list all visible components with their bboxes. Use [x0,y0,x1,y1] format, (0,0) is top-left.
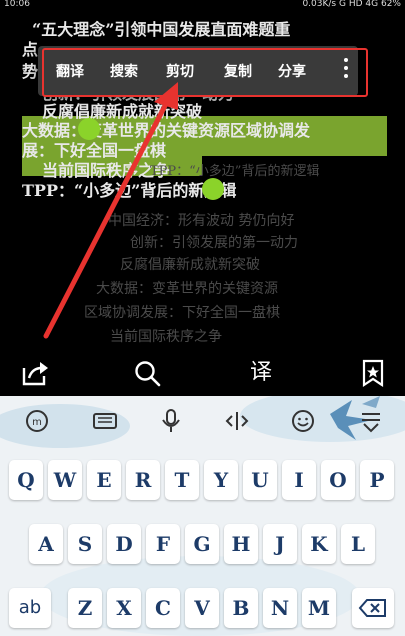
key-f[interactable]: F [146,524,180,564]
text-line-shi: 势 [22,62,39,81]
key-y[interactable]: Y [204,460,238,500]
status-network-4g: 4G [365,0,379,9]
status-indicators: 0.03K/s G HD 4G 62% [302,0,401,9]
key-u[interactable]: U [243,460,277,500]
ime-label: m [32,417,42,428]
key-m[interactable]: M [302,588,336,628]
share-icon[interactable] [20,358,50,388]
key-o[interactable]: O [321,460,355,500]
bookmark-icon[interactable] [358,358,388,388]
dim-line-tpp: TPP：“小多边”背后的新逻辑 [150,164,320,179]
cursor-move-icon[interactable] [222,408,252,436]
selection-end-handle[interactable] [202,178,224,200]
key-ab-shift[interactable]: ab [9,588,51,628]
key-backspace[interactable] [352,588,394,628]
dim-line-region: 区域协调发展：下好全国一盘棋 [84,305,280,321]
key-h[interactable]: H [224,524,258,564]
key-p[interactable]: P [360,460,394,500]
key-s[interactable]: S [68,524,102,564]
key-j[interactable]: J [263,524,297,564]
keyboard-layout-icon[interactable] [90,408,120,436]
status-battery: 62% [380,0,401,9]
key-q[interactable]: Q [9,460,43,500]
key-i[interactable]: I [282,460,316,500]
key-e[interactable]: E [87,460,121,500]
key-g[interactable]: G [185,524,219,564]
annotation-red-box [42,48,368,97]
key-t[interactable]: T [165,460,199,500]
keyboard-toolbar: m [0,396,405,448]
key-c[interactable]: C [146,588,180,628]
emoji-icon[interactable] [288,408,318,436]
ebook-reader-page[interactable]: “五大理念”引领中国发展直面难题重 点 势 创新：引领发展的第一动力 反腐倡廉新… [0,10,405,350]
text-line-title: “五大理念”引领中国发展直面难题重 [32,20,291,39]
backspace-icon [358,599,386,617]
key-d[interactable]: D [107,524,141,564]
key-a[interactable]: A [29,524,63,564]
search-icon[interactable] [132,358,162,388]
key-l[interactable]: L [341,524,375,564]
selection-start-handle[interactable] [78,118,100,140]
status-time: 10:06 [4,0,30,9]
status-speed: 0.03K/s [302,0,337,9]
translate-button[interactable]: 译 [246,358,276,388]
key-w[interactable]: W [48,460,82,500]
key-r[interactable]: R [126,460,160,500]
dim-line-innovation: 创新：引领发展的第一动力 [130,235,298,251]
key-k[interactable]: K [302,524,336,564]
key-x[interactable]: X [107,588,141,628]
reader-toolbar: 译 [0,350,405,396]
key-b[interactable]: B [224,588,258,628]
dim-line-order: 当前国际秩序之争 [110,329,222,345]
soft-keyboard: m Q W E R T Y U I O P A S D F G H J K L … [0,396,405,636]
status-network: G HD [338,0,363,9]
dim-line-anticorruption: 反腐倡廉新成就新突破 [120,257,260,273]
status-bar: 10:06 0.03K/s G HD 4G 62% [0,0,405,10]
text-line-dian: 点 [22,40,39,59]
keyboard-menu-icon[interactable] [356,408,386,436]
key-v[interactable]: V [185,588,219,628]
dim-line-bigdata: 大数据：变革世界的关键资源 [96,281,278,297]
dim-line-economy: 中国经济：形有波动 势仍向好 [108,213,295,229]
key-n[interactable]: N [263,588,297,628]
ime-switch-icon[interactable]: m [22,408,52,436]
voice-input-icon[interactable] [156,408,186,436]
key-z[interactable]: Z [68,588,102,628]
